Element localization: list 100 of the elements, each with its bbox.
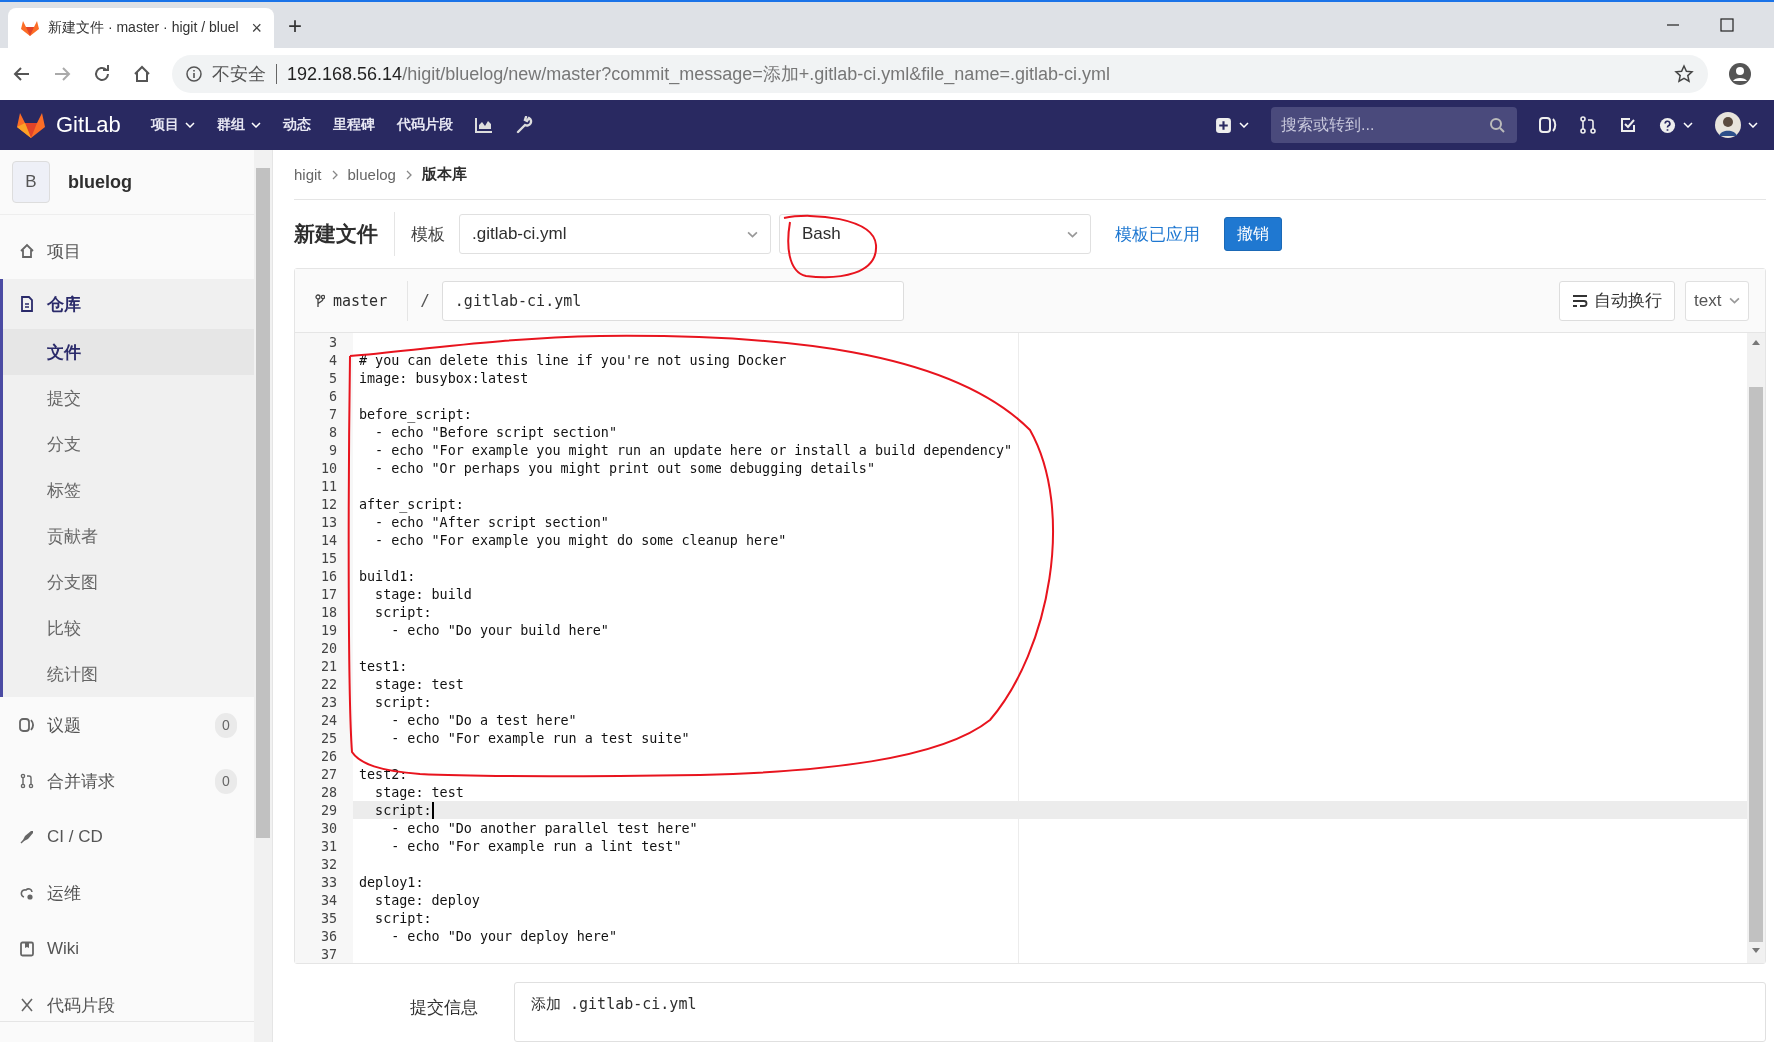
template-label: 模板 xyxy=(411,223,445,246)
branch-icon xyxy=(315,293,325,308)
sidebar-item[interactable]: CI / CD xyxy=(3,809,254,865)
line-number: 5 xyxy=(327,370,338,386)
line-number: 11 xyxy=(319,478,338,494)
address-field[interactable]: 不安全 192.168.56.14/higit/bluelog/new/master?commit_message=添加+.gitlab-ci.yml&file_name=.gitlab-ci.yml xyxy=(172,55,1708,93)
new-tab-button[interactable]: + xyxy=(288,12,302,40)
fox-logo-icon xyxy=(20,19,40,37)
help-icon[interactable] xyxy=(1659,116,1676,134)
template-select[interactable]: Bash xyxy=(779,214,1091,255)
line-number: 9 xyxy=(327,442,338,458)
sidebar-item[interactable]: Wiki xyxy=(3,921,254,977)
line-number: 37 xyxy=(319,946,338,962)
sidebar-item[interactable]: 运维 xyxy=(3,865,254,921)
sidebar-subitem[interactable]: 统计图 xyxy=(3,651,254,697)
line-number: 19 xyxy=(319,622,338,638)
template-status-link[interactable]: 模板已应用 xyxy=(1115,222,1200,246)
line-number: 16 xyxy=(319,568,338,584)
commit-message-label: 提交信息 xyxy=(409,997,479,1019)
user-avatar-icon[interactable] xyxy=(1715,112,1741,138)
line-number: 4 xyxy=(327,352,338,368)
reload-icon[interactable] xyxy=(92,64,112,84)
caret-icon[interactable] xyxy=(1748,122,1758,128)
code-line: script: xyxy=(374,910,432,926)
line-number: 31 xyxy=(319,838,338,854)
code-line: - echo "For example you might run an update here or install a build dependency" xyxy=(374,442,1012,458)
chevron-icon xyxy=(405,169,412,180)
line-number: 12 xyxy=(319,496,338,512)
nav-menu-item[interactable]: 项目 xyxy=(150,116,195,134)
line-number: 14 xyxy=(319,532,338,548)
undo-button[interactable]: 撤销 xyxy=(1224,217,1282,252)
code-line: stage: test xyxy=(374,676,464,692)
nav-menu-item[interactable]: 群组 xyxy=(216,116,261,134)
code-line: stage: test xyxy=(374,784,464,800)
scrollbar[interactable] xyxy=(1747,333,1765,963)
scroll-down-icon[interactable] xyxy=(1751,948,1761,954)
line-number: 7 xyxy=(327,406,338,422)
wrench-icon[interactable] xyxy=(514,116,533,134)
issues-icon xyxy=(19,717,35,733)
todo-check-icon[interactable] xyxy=(1619,116,1637,134)
home-icon xyxy=(19,243,35,259)
project-avatar[interactable]: B xyxy=(12,161,50,203)
line-number: 8 xyxy=(327,424,338,440)
sidebar-item[interactable]: 仓库 xyxy=(3,279,254,329)
breadcrumb-link[interactable]: higit xyxy=(294,166,322,184)
code-line: deploy1: xyxy=(358,874,424,890)
caret-icon xyxy=(1067,230,1078,238)
sidebar-subitem[interactable]: 分支 xyxy=(3,421,254,467)
code-line: script: xyxy=(374,604,432,620)
file-name-field[interactable]: .gitlab-ci.yml xyxy=(441,280,904,321)
template-type-select[interactable]: .gitlab-ci.yml xyxy=(459,214,771,255)
scroll-up-icon[interactable] xyxy=(1751,339,1761,345)
close-tab-button[interactable]: × xyxy=(251,17,262,39)
nav-menu-item[interactable]: 代码片段 xyxy=(396,116,453,134)
line-number: 33 xyxy=(319,874,338,890)
plus-icon[interactable] xyxy=(1215,116,1232,134)
breadcrumb-link[interactable]: 版本库 xyxy=(421,165,467,185)
sidebar-subitem[interactable]: 提交 xyxy=(3,375,254,421)
soft-wrap-button[interactable]: 自动换行 xyxy=(1559,280,1675,321)
chart-icon[interactable] xyxy=(474,116,493,134)
sidebar-subitem[interactable]: 比较 xyxy=(3,605,254,651)
project-name[interactable]: bluelog xyxy=(68,171,132,193)
fox-logo-icon[interactable] xyxy=(16,111,46,139)
line-number: 23 xyxy=(319,694,338,710)
breadcrumb-link[interactable]: bluelog xyxy=(347,166,396,184)
bookmark-star-icon[interactable] xyxy=(1674,64,1694,84)
sidebar-subitem[interactable]: 标签 xyxy=(3,467,254,513)
browser-tab[interactable]: 新建文件 · master · higit / bluel × xyxy=(8,8,274,48)
code-line: build1: xyxy=(358,568,416,584)
home-icon[interactable] xyxy=(132,64,152,84)
line-number: 32 xyxy=(319,856,338,872)
line-number: 26 xyxy=(319,748,338,764)
issues-icon[interactable] xyxy=(1539,116,1557,134)
line-number: 27 xyxy=(319,766,338,782)
caret-icon xyxy=(747,230,758,238)
sidebar-item[interactable]: 议题 0 xyxy=(3,697,254,753)
sidebar-subitem[interactable]: 贡献者 xyxy=(3,513,254,559)
nav-menu-item[interactable]: 动态 xyxy=(282,116,311,134)
code-line: after_script: xyxy=(358,496,464,512)
sidebar-item[interactable]: 代码片段 xyxy=(3,977,254,1033)
text-cursor xyxy=(431,801,434,819)
mode-select[interactable]: text xyxy=(1685,280,1749,321)
sidebar-item[interactable]: 项目 xyxy=(3,223,254,279)
nav-menu-item[interactable]: 里程碑 xyxy=(332,116,375,134)
code-line: script: xyxy=(374,694,432,710)
code-line: - echo "For example run a lint test" xyxy=(390,838,682,854)
account-icon[interactable] xyxy=(1728,62,1752,86)
scrollbar[interactable] xyxy=(254,150,272,1042)
search-field[interactable]: 搜索或转到... xyxy=(1271,107,1517,143)
sidebar-item[interactable]: 合并请求 0 xyxy=(3,753,254,809)
maximize-icon[interactable] xyxy=(1720,18,1734,32)
merge-request-icon xyxy=(19,773,35,789)
commit-message-field[interactable]: 添加 .gitlab-ci.yml xyxy=(514,982,1766,1042)
merge-request-icon[interactable] xyxy=(1579,116,1597,134)
caret-icon[interactable] xyxy=(1239,122,1249,128)
caret-icon[interactable] xyxy=(1683,122,1693,128)
sidebar-subitem[interactable]: 文件 xyxy=(3,329,254,375)
brand-name[interactable]: GitLab xyxy=(56,112,121,138)
line-number: 13 xyxy=(319,514,338,530)
sidebar-subitem[interactable]: 分支图 xyxy=(3,559,254,605)
